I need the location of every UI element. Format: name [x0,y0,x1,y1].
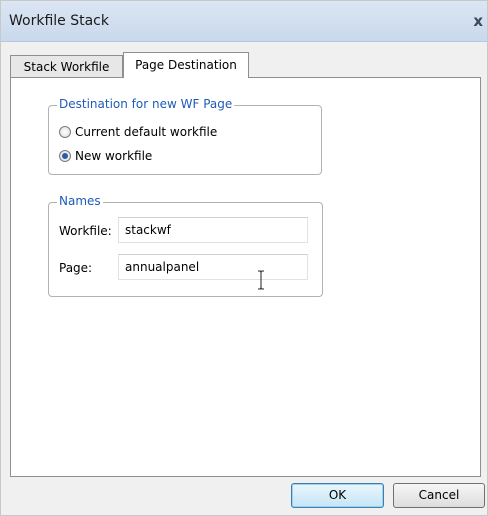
cancel-button[interactable]: Cancel [393,483,485,508]
i-beam-cursor-icon [258,270,264,290]
names-group-legend: Names [57,194,103,208]
names-group: Names Workfile: Page: [48,194,323,297]
radio-current-default-workfile[interactable]: Current default workfile [59,124,217,140]
page-input[interactable] [118,254,308,280]
workfile-input[interactable] [118,217,308,243]
workfile-label: Workfile: [59,224,112,238]
dialog-window: Workfile Stack x Stack Workfile Page Des… [0,0,488,516]
radio-button-icon[interactable] [59,126,71,138]
radio-button-icon[interactable] [59,150,71,162]
tab-stack-workfile[interactable]: Stack Workfile [10,55,123,77]
close-icon[interactable]: x [473,12,483,30]
destination-group-legend: Destination for new WF Page [57,97,235,111]
window-title: Workfile Stack [9,13,109,29]
title-bar[interactable]: Workfile Stack x [1,1,487,42]
destination-group: Destination for new WF Page Current defa… [48,97,322,175]
tab-panel-page-destination: Destination for new WF Page Current defa… [10,77,481,477]
radio-label-new-workfile: New workfile [75,149,153,163]
ok-button[interactable]: OK [291,483,384,508]
page-label: Page: [59,261,93,275]
radio-new-workfile[interactable]: New workfile [59,148,152,164]
tab-page-destination[interactable]: Page Destination [123,52,249,78]
radio-label-current-default: Current default workfile [75,125,218,139]
